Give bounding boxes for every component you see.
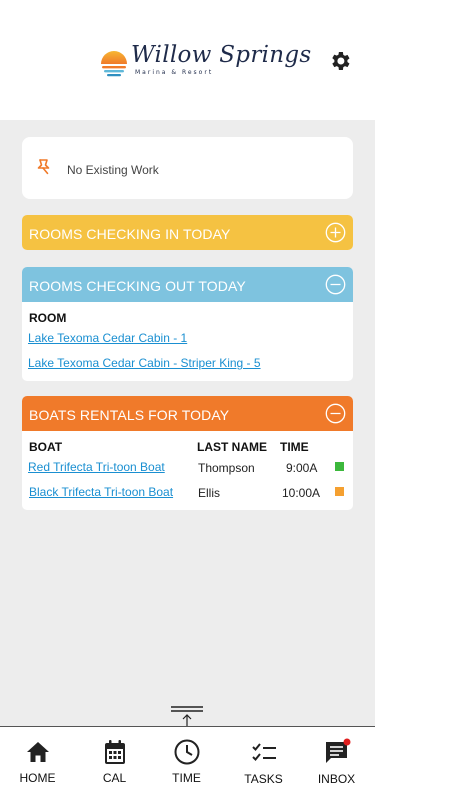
rooms-checking-out-header[interactable]: ROOMS CHECKING OUT TODAY <box>22 267 353 302</box>
checklist-icon <box>251 743 276 761</box>
column-header-time: TIME <box>280 440 309 454</box>
chat-icon <box>325 738 350 763</box>
home-icon <box>26 742 49 762</box>
plus-circle-icon[interactable] <box>325 222 346 243</box>
time-cell: 9:00A <box>286 461 318 475</box>
tab-label: TIME <box>172 771 201 785</box>
rooms-checking-in-header[interactable]: ROOMS CHECKING IN TODAY <box>22 215 353 250</box>
column-header-room: ROOM <box>29 311 67 325</box>
pin-icon <box>37 159 50 175</box>
tab-time[interactable]: TIME <box>149 727 224 812</box>
room-link[interactable]: Lake Texoma Cedar Cabin - 1 <box>28 331 187 345</box>
bottom-tab-bar: HOME CAL TIME TASKS INBOX <box>0 726 375 812</box>
tab-label: TASKS <box>244 772 283 786</box>
header: Willow Springs Marina & Resort <box>0 0 375 120</box>
section-title: ROOMS CHECKING IN TODAY <box>29 226 231 242</box>
status-indicator <box>335 487 344 496</box>
brand-tagline: Marina & Resort <box>135 69 214 76</box>
brand-name: Willow Springs <box>131 42 312 68</box>
work-status-card: No Existing Work <box>22 137 353 199</box>
minus-circle-icon[interactable] <box>325 403 346 424</box>
last-name-cell: Ellis <box>198 486 221 500</box>
tab-cal[interactable]: CAL <box>77 727 152 812</box>
app-screen: Willow Springs Marina & Resort No Existi… <box>0 0 375 812</box>
sunset-logo-icon <box>101 51 127 77</box>
tab-label: HOME <box>19 771 56 785</box>
time-cell: 10:00A <box>282 486 321 500</box>
clock-icon <box>174 739 199 765</box>
column-header-boat: BOAT <box>29 440 63 454</box>
calendar-icon <box>104 740 125 764</box>
dashboard-content: No Existing Work ROOMS CHECKING IN TODAY… <box>0 120 375 726</box>
tab-home[interactable]: HOME <box>0 727 75 812</box>
minus-circle-icon[interactable] <box>325 274 346 295</box>
rooms-checking-in-section: ROOMS CHECKING IN TODAY <box>22 215 353 250</box>
last-name-cell: Thompson <box>198 461 255 475</box>
column-header-last-name: LAST NAME <box>197 440 267 454</box>
status-indicator <box>335 462 344 471</box>
boat-link[interactable]: Black Trifecta Tri-toon Boat <box>29 485 173 499</box>
rooms-checking-out-section: ROOMS CHECKING OUT TODAY ROOM Lake Texom… <box>22 267 353 381</box>
gear-icon[interactable] <box>328 49 352 73</box>
drag-handle-icon[interactable] <box>170 705 204 727</box>
boat-rentals-section: BOATS RENTALS FOR TODAY BOAT LAST NAME T… <box>22 396 353 510</box>
notification-badge <box>343 738 350 746</box>
room-link[interactable]: Lake Texoma Cedar Cabin - Striper King -… <box>28 356 261 370</box>
work-status-text: No Existing Work <box>67 163 159 177</box>
section-title: BOATS RENTALS FOR TODAY <box>29 407 230 423</box>
tab-tasks[interactable]: TASKS <box>226 727 301 812</box>
tab-label: INBOX <box>317 772 356 786</box>
brand-logo: Willow Springs Marina & Resort <box>99 42 311 81</box>
tab-inbox[interactable]: INBOX <box>299 727 374 812</box>
boat-rentals-header[interactable]: BOATS RENTALS FOR TODAY <box>22 396 353 431</box>
boat-link[interactable]: Red Trifecta Tri-toon Boat <box>28 460 165 474</box>
section-title: ROOMS CHECKING OUT TODAY <box>29 278 246 294</box>
tab-label: CAL <box>102 771 127 785</box>
